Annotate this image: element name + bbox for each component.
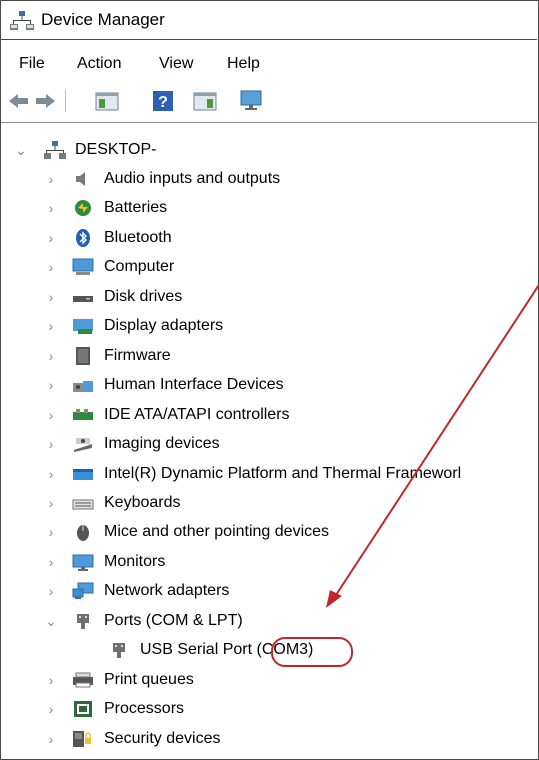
tree-item-label: Firmware (104, 347, 171, 364)
tree-item-mice-and-other-pointing-devices[interactable]: › Mice and other pointing devices (0, 518, 539, 546)
tree-item-monitors[interactable]: › Monitors (0, 548, 539, 576)
port-icon (113, 643, 125, 658)
tree-item-human-interface-devices[interactable]: › Human Interface Devices (0, 371, 539, 399)
speaker-icon (76, 172, 85, 186)
tree-item-security-devices[interactable]: › Security devices (0, 725, 539, 753)
tree-item-disk-drives[interactable]: › Disk drives (0, 283, 539, 311)
tree-item-label: Print queues (104, 671, 194, 688)
chevron-right-icon[interactable]: › (44, 666, 58, 694)
chevron-right-icon[interactable]: › (44, 194, 58, 222)
tree-root[interactable]: ⌄ DESKTOP- (0, 136, 539, 164)
computer-icon (72, 258, 94, 275)
chevron-right-icon[interactable]: › (44, 548, 58, 576)
tree-item-processors[interactable]: › Processors (0, 695, 539, 723)
chevron-right-icon[interactable]: › (44, 430, 58, 458)
chevron-right-icon[interactable]: › (44, 518, 58, 546)
tree-item-label: Network adapters (104, 582, 230, 599)
imaging-device-icon (74, 438, 92, 452)
tree-item-bluetooth[interactable]: › Bluetooth (0, 224, 539, 252)
keyboard-icon (72, 499, 94, 510)
tree-item-label: Computer (104, 258, 175, 275)
tree-child-usb-serial-port[interactable]: USB Serial Port (COM3) (0, 636, 539, 664)
chevron-right-icon[interactable]: › (44, 371, 58, 399)
intel-framework-icon (73, 469, 93, 480)
mouse-icon (77, 525, 89, 541)
tree-item-display-adapters[interactable]: › Display adapters (0, 312, 539, 340)
printer-icon (73, 672, 93, 688)
tree-item-label: Security devices (104, 730, 221, 747)
tree-item-audio-inputs-and-outputs[interactable]: › Audio inputs and outputs (0, 165, 539, 193)
chevron-right-icon[interactable]: › (44, 460, 58, 488)
security-device-icon (73, 731, 91, 747)
tree-item-label: Processors (104, 700, 185, 717)
tree-child-label: USB Serial Port (COM3) (140, 636, 313, 664)
monitor-icon (72, 554, 94, 571)
chevron-down-icon[interactable]: ⌄ (44, 607, 58, 635)
chevron-right-icon[interactable]: › (44, 312, 58, 340)
tree-item-imaging-devices[interactable]: › Imaging devices (0, 430, 539, 458)
chevron-down-icon[interactable]: ⌄ (14, 136, 28, 164)
port-icon (77, 614, 89, 629)
chevron-right-icon[interactable]: › (44, 342, 58, 370)
tree-item-label: Display adapters (104, 317, 224, 334)
chevron-right-icon[interactable]: › (44, 695, 58, 723)
tree-item-ide-ata-atapi-controllers[interactable]: › IDE ATA/ATAPI controllers (0, 401, 539, 429)
tree-item-label: Bluetooth (104, 229, 172, 246)
bluetooth-icon (76, 229, 90, 247)
network-adapter-icon (72, 582, 94, 599)
chevron-right-icon[interactable]: › (44, 165, 58, 193)
display-adapter-icon (73, 319, 93, 334)
chevron-right-icon[interactable]: › (44, 725, 58, 753)
chevron-right-icon[interactable]: › (44, 401, 58, 429)
tree-item-label: Batteries (104, 199, 168, 216)
tree-item-ports-com-lpt[interactable]: ⌄ Ports (COM & LPT) (0, 607, 539, 635)
tree-item-label: Intel(R) Dynamic Platform and Thermal Fr… (104, 465, 462, 482)
tree-item-label: Ports (COM & LPT) (104, 612, 243, 629)
chevron-right-icon[interactable]: › (44, 489, 58, 517)
processor-icon (74, 701, 92, 717)
ide-controller-icon (73, 409, 93, 420)
hid-icon (73, 381, 93, 392)
tree-item-label: Human Interface Devices (104, 376, 284, 393)
tree-item-label: IDE ATA/ATAPI controllers (104, 406, 290, 423)
tree-item-network-adapters[interactable]: › Network adapters (0, 577, 539, 605)
computer-network-icon (44, 141, 66, 159)
tree-root-label: DESKTOP- (75, 141, 157, 158)
tree-item-label: Imaging devices (104, 435, 220, 452)
disk-drive-icon (73, 296, 93, 302)
battery-icon (75, 200, 91, 216)
tree-item-label: Audio inputs and outputs (104, 170, 281, 187)
tree-item-intel-r-dynamic-platform-and-thermal-frameworl[interactable]: › Intel(R) Dynamic Platform and Thermal F… (0, 460, 539, 488)
tree-item-label: Monitors (104, 553, 166, 570)
tree-item-label: Mice and other pointing devices (104, 523, 330, 540)
com-port-number: (COM3) (256, 641, 314, 658)
firmware-icon (76, 347, 90, 365)
usb-serial-port-name: USB Serial Port (140, 641, 257, 658)
tree-item-keyboards[interactable]: › Keyboards (0, 489, 539, 517)
tree-item-label: Disk drives (104, 288, 183, 305)
device-tree: ⌄ DESKTOP- › Audio inputs and outputs › Bat… (0, 0, 539, 760)
tree-item-print-queues[interactable]: › Print queues (0, 666, 539, 694)
chevron-right-icon[interactable]: › (44, 224, 58, 252)
tree-item-batteries[interactable]: › Batteries (0, 194, 539, 222)
chevron-right-icon[interactable]: › (44, 253, 58, 281)
tree-item-firmware[interactable]: › Firmware (0, 342, 539, 370)
chevron-right-icon[interactable]: › (44, 283, 58, 311)
tree-item-computer[interactable]: › Computer (0, 253, 539, 281)
tree-item-label: Keyboards (104, 494, 181, 511)
chevron-right-icon[interactable]: › (44, 577, 58, 605)
